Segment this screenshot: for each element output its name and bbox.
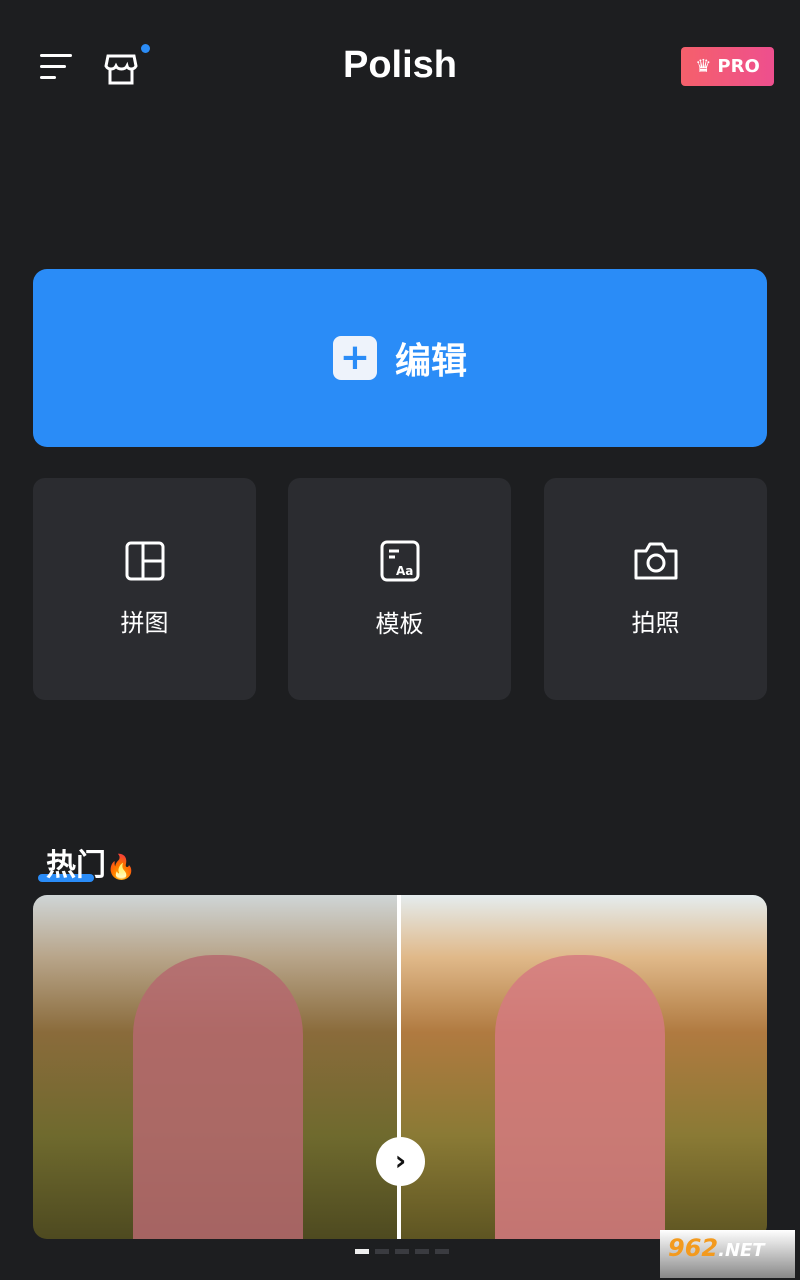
tile-label: 拼图	[120, 608, 169, 637]
app-logo: Polish	[342, 44, 458, 86]
edit-button[interactable]: + 编辑	[33, 269, 767, 447]
carousel-indicator	[355, 1249, 449, 1254]
compare-divider[interactable]	[397, 895, 401, 1239]
tile-camera[interactable]: 拍照	[544, 478, 767, 700]
tile-label: 模板	[375, 609, 424, 638]
before-image	[33, 895, 400, 1239]
pro-button[interactable]: ♛ PRO	[681, 47, 774, 86]
tile-label: 拍照	[631, 608, 680, 637]
compare-handle-chevron-icon[interactable]: ›	[376, 1137, 425, 1186]
template-icon: Aa	[380, 540, 419, 581]
crown-icon: ♛	[695, 56, 712, 77]
plus-icon: +	[332, 336, 377, 380]
camera-icon	[634, 542, 677, 579]
fire-icon: 🔥	[106, 853, 136, 881]
svg-text:Aa: Aa	[396, 564, 413, 578]
tile-collage[interactable]: 拼图	[33, 478, 256, 700]
tile-template[interactable]: Aa 模板	[288, 478, 511, 700]
edit-label: 编辑	[394, 341, 467, 382]
pro-label: PRO	[717, 56, 760, 77]
collage-icon	[125, 541, 164, 580]
section-title: 热门🔥	[46, 848, 136, 883]
after-image	[400, 895, 767, 1239]
watermark-logo: 962.NET	[660, 1230, 795, 1278]
